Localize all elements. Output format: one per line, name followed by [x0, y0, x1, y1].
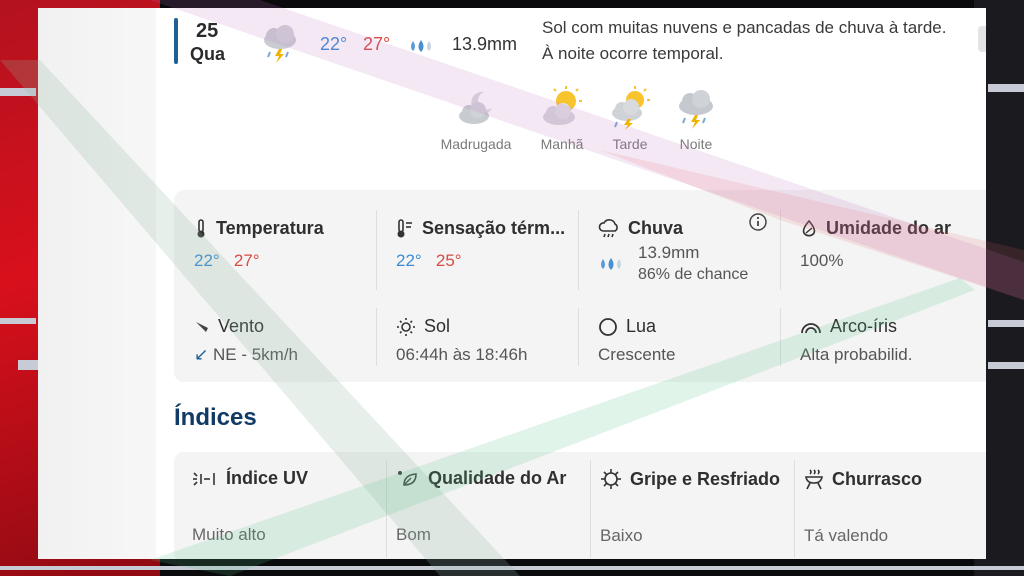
humidity-value: 100% [800, 251, 844, 270]
virus-icon [601, 469, 621, 489]
humidity-drop-icon [802, 219, 816, 236]
uv-icon [193, 471, 215, 486]
rain-amount: 13.9mm [638, 243, 700, 262]
rain-label: Chuva [628, 218, 684, 238]
background-stripe [988, 84, 1024, 92]
period-label: Noite [679, 136, 713, 152]
rainbow-label: Arco-íris [830, 316, 897, 336]
day-rain-amount: 13.9mm [452, 34, 518, 54]
humidity-cell: Umidade do ar 100% [800, 218, 986, 271]
index-value: Tá valendo [804, 526, 889, 545]
rainbow-value: Alta probabilid. [800, 345, 913, 364]
temperature-min: 22° [194, 251, 220, 270]
index-label: Gripe e Resfriado [630, 468, 781, 489]
background-stripe [0, 88, 36, 96]
background-stripe [0, 318, 36, 324]
rainbow-cell: Arco-íris Alta probabilid. [800, 316, 986, 365]
rain-chance: 86% de chance [638, 266, 749, 283]
period-madrugada[interactable]: Madrugada [431, 86, 521, 152]
day-number: 25 [196, 20, 219, 42]
feels-like-thermometer-icon [397, 218, 412, 237]
background-stripe [988, 362, 1024, 369]
wind-icon [196, 321, 208, 332]
index-label: Churrasco [832, 468, 923, 489]
wind-label: Vento [218, 316, 265, 336]
index-flu[interactable]: Gripe e Resfriado Baixo [600, 468, 800, 546]
day-temp-min: 22° [320, 34, 348, 54]
background-stripe [18, 360, 38, 370]
period-noite[interactable]: Noite [651, 86, 741, 152]
rain-cell: Chuva 13.9mm 86% de chance [598, 218, 798, 284]
sun-cell: Sol 06:44h às 18:46h [396, 316, 596, 365]
moon-cloud-icon [459, 91, 492, 124]
wind-direction-arrow-icon: ↙ [194, 345, 209, 364]
humidity-label: Umidade do ar [826, 218, 952, 238]
index-value: Muito alto [192, 525, 266, 544]
index-value: Baixo [600, 526, 643, 545]
moon-cell: Lua Crescente [598, 316, 798, 365]
day-weekday: Qua [190, 44, 226, 64]
day-description: Sol com muitas nuvens e pancadas de chuv… [542, 18, 947, 63]
rain-cloud-icon [598, 218, 618, 237]
sun-cloud-lightning-icon [612, 86, 650, 130]
feels-like-min: 22° [396, 251, 422, 270]
index-air-quality[interactable]: Qualidade do Ar Bom [396, 468, 596, 545]
index-value: Bom [396, 525, 431, 544]
info-icon[interactable] [748, 212, 768, 232]
thermometer-icon [197, 218, 205, 237]
temperature-max: 27° [233, 251, 260, 270]
index-barbecue[interactable]: Churrasco Tá valendo [804, 468, 986, 546]
thunderstorm-icon [679, 90, 713, 129]
rain-drops-icon [601, 257, 621, 270]
moon-label: Lua [626, 316, 657, 336]
selected-day-indicator [174, 18, 178, 64]
index-uv[interactable]: Índice UV Muito alto [192, 468, 392, 545]
feels-like-cell: Sensação térm... 22° 25° [396, 218, 596, 271]
moon-icon [599, 317, 617, 336]
index-label: Qualidade do Ar [428, 468, 567, 488]
thunderstorm-icon [264, 25, 296, 63]
conditions-panel: Temperatura 22° 27° Sensação térm... 22° [174, 190, 986, 382]
index-label: Índice UV [226, 468, 309, 488]
leaf-icon [398, 470, 417, 486]
sun-value: 06:44h às 18:46h [396, 345, 528, 364]
rain-drops-icon [411, 40, 431, 52]
wind-cell: Vento ↙ NE - 5km/h [194, 316, 394, 365]
card-side-panel [38, 8, 156, 559]
period-label: Madrugada [440, 136, 512, 152]
indices-panel: Índice UV Muito alto Qualidade do Ar Bom [174, 452, 986, 559]
day-temp-max: 27° [363, 34, 391, 54]
moon-value: Crescente [598, 345, 676, 364]
sun-cloud-icon [543, 86, 582, 125]
indices-title: Índices [174, 404, 257, 431]
temperature-label: Temperatura [216, 218, 324, 238]
feels-like-label: Sensação térm... [422, 218, 566, 238]
forecast-card: 25 Qua 22° 27° 13.9mm Sol com muitas nuv… [38, 8, 986, 559]
wind-value: NE - 5km/h [212, 345, 299, 364]
temperature-cell: Temperatura 22° 27° [194, 218, 394, 271]
feels-like-max: 25° [435, 251, 462, 270]
scroll-handle[interactable] [978, 26, 986, 52]
grill-icon [805, 469, 823, 490]
background-stripe [988, 320, 1024, 327]
sun-icon [397, 317, 415, 336]
sun-label: Sol [424, 316, 451, 336]
rainbow-icon [801, 322, 821, 333]
background-stripe [0, 566, 1024, 570]
